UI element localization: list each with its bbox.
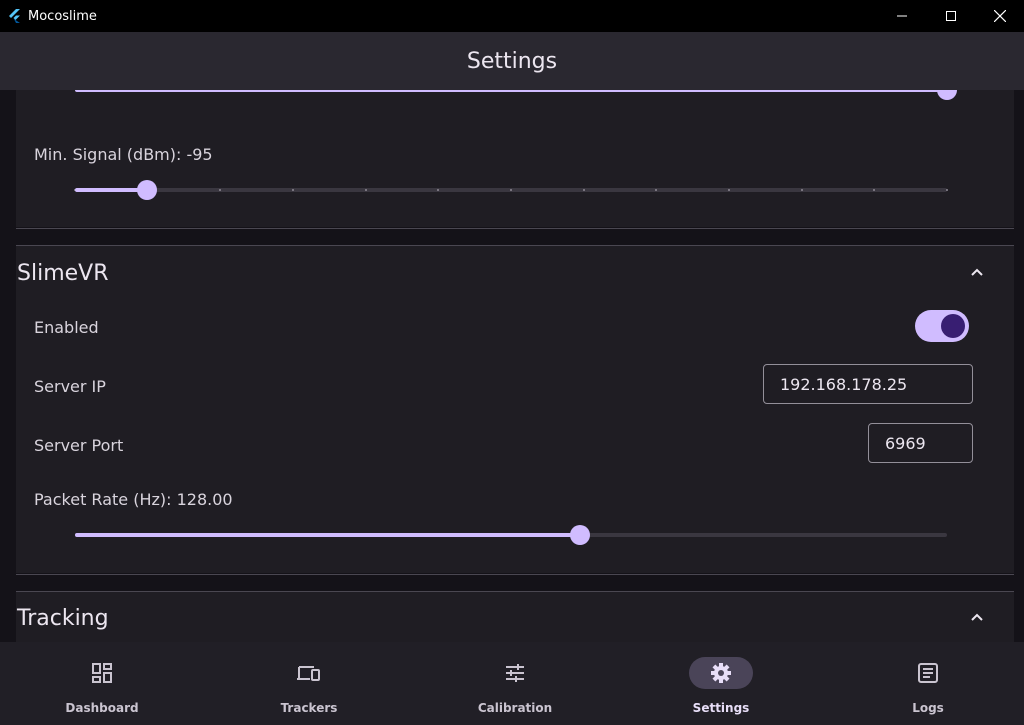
nav-label: Calibration [477,701,553,715]
section-divider [16,228,1014,229]
slider-tick-mark [728,189,730,191]
slimevr-section-title: SlimeVR [17,261,109,286]
close-icon [993,10,1006,22]
packet-rate-label: Packet Rate (Hz): 128.00 [34,490,233,509]
switch-knob [941,314,965,338]
window-title: Mocoslime [28,8,97,24]
nav-indicator [896,657,960,689]
nav-label: Trackers [280,701,338,715]
nav-indicator [689,657,753,689]
tracking-section-title: Tracking [17,606,109,631]
chevron-up-icon[interactable] [969,609,985,625]
window-titlebar: Mocoslime [0,0,1024,32]
slider-tick-mark [292,189,294,191]
nav-indicator [70,657,134,689]
dashboard-icon [92,663,112,683]
slider-tick-mark [582,189,585,191]
devices-icon [297,666,320,681]
bottom-navigation: Dashboard Trackers Calibration Settings … [0,642,1024,725]
slider-tick-mark [800,189,803,191]
top-slider-fill [75,90,947,92]
chevron-up-icon[interactable] [969,264,985,280]
section-divider [16,574,1014,575]
nav-settings[interactable]: Settings [651,642,791,725]
server-port-input[interactable] [868,423,973,463]
nav-label: Dashboard [65,701,139,715]
server-ip-label: Server IP [34,377,106,396]
maximize-button[interactable] [926,0,975,32]
slider-tick-mark [364,189,367,191]
packet-rate-slider-thumb[interactable] [569,525,590,545]
maximize-icon [945,11,956,21]
nav-label: Settings [692,701,750,715]
tracking-card [16,592,1014,642]
gear-icon [711,663,731,683]
server-ip-input[interactable] [763,364,973,404]
nav-logs[interactable]: Logs [858,642,998,725]
nav-indicator [483,657,547,689]
minimize-button[interactable] [877,0,926,32]
page-title: Settings [466,48,558,74]
server-port-label: Server Port [34,436,124,455]
flutter-logo-icon [9,9,20,23]
slider-tick-mark [510,189,512,191]
enabled-label: Enabled [34,318,99,337]
close-button[interactable] [975,0,1024,32]
app-bar: Settings [0,32,1024,90]
nav-label: Logs [912,701,944,715]
enabled-switch[interactable] [915,310,969,342]
packet-rate-slider-fill [75,533,580,537]
tune-icon [506,664,524,682]
minimize-icon [896,15,907,17]
min-signal-label: Min. Signal (dBm): -95 [34,145,213,164]
article-icon [918,663,938,683]
nav-trackers[interactable]: Trackers [239,642,379,725]
slider-tick-mark [946,189,948,191]
nav-calibration[interactable]: Calibration [445,642,585,725]
slimevr-card [16,246,1014,573]
settings-content[interactable]: Min. Signal (dBm): -95 SlimeVR Enabled S… [0,90,1024,642]
nav-dashboard[interactable]: Dashboard [32,642,172,725]
nav-indicator [277,657,341,689]
